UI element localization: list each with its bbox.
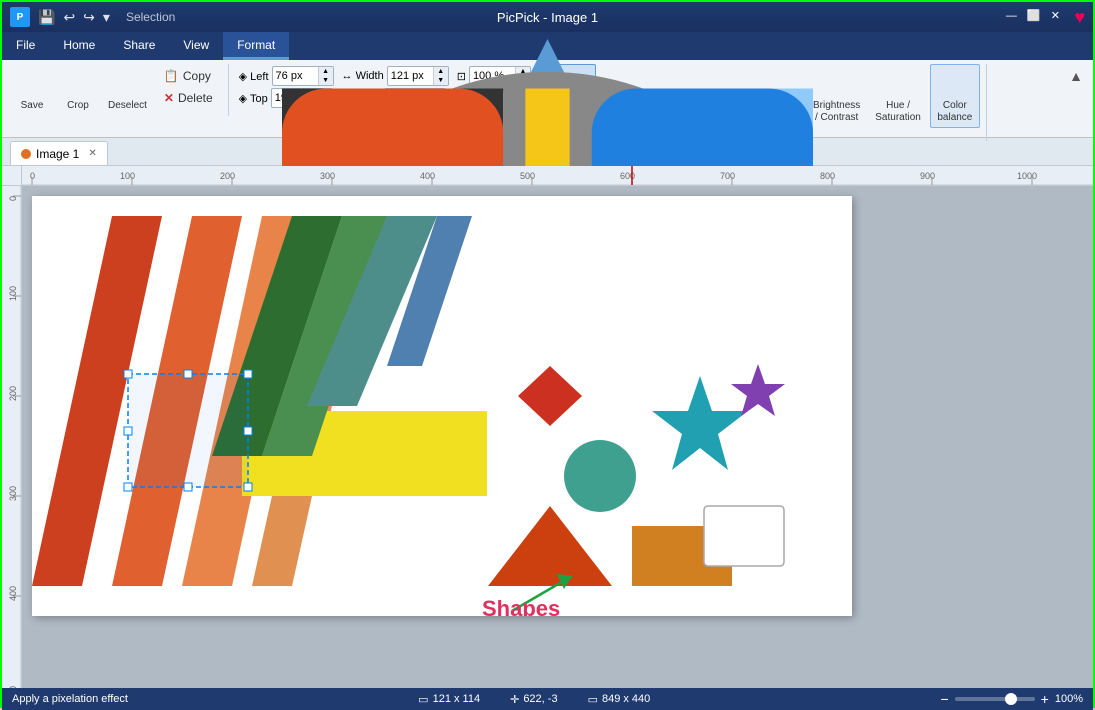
svg-text:900: 900 [920,171,935,181]
ruler-row: 0 100 200 300 400 500 600 700 800 900 [2,166,1093,186]
shape-teal-star [652,376,748,470]
effects-group: Pixelate Blur Sharpen [542,64,987,141]
svg-text:700: 700 [720,171,735,181]
svg-text:300: 300 [8,486,18,501]
handle-ml[interactable] [124,427,132,435]
shape-teal-circle [564,440,636,512]
handle-mr[interactable] [244,427,252,435]
zoom-thumb [1005,693,1017,705]
handle-tm[interactable] [184,370,192,378]
svg-text:800: 800 [820,171,835,181]
svg-text:100: 100 [120,171,135,181]
content-row: 0 100 200 300 400 500 [2,186,1093,688]
v-ruler-svg: 0 100 200 300 400 500 [2,186,21,688]
svg-text:100: 100 [8,286,18,301]
shapes-text: Shapes [482,596,560,616]
svg-text:500: 500 [520,171,535,181]
ribbon-content: Save Crop Deselect 📋 [2,60,1093,145]
selection-rect [128,374,248,487]
shape-purple-star [731,364,785,416]
svg-text:300: 300 [320,171,335,181]
canvas: Shapes LINE Hello world. Curved Arrow wi… [32,196,852,616]
color-balance-button[interactable]: Colorbalance [930,64,980,128]
zoom-slider[interactable] [955,697,1035,701]
shape-red-triangle [488,506,612,586]
main-area: 0 100 200 300 400 500 600 700 800 900 [2,166,1093,688]
svg-text:200: 200 [8,386,18,401]
shape-white-rect [704,506,784,566]
svg-text:400: 400 [8,586,18,601]
svg-text:0: 0 [30,171,35,181]
handle-tl[interactable] [124,370,132,378]
canvas-svg: Shapes LINE Hello world. Curved Arrow wi… [32,196,852,616]
effects-buttons: Pixelate Blur Sharpen [548,64,980,128]
svg-text:500: 500 [8,686,18,688]
h-ruler: 0 100 200 300 400 500 600 700 800 900 [22,166,1093,186]
handle-bm[interactable] [184,483,192,491]
svg-text:1000: 1000 [1017,171,1037,181]
shape-red-diamond [518,366,582,426]
v-ruler: 0 100 200 300 400 500 [2,186,22,688]
canvas-scroll: Shapes LINE Hello world. Curved Arrow wi… [22,186,1093,688]
svg-text:200: 200 [220,171,235,181]
h-ruler-svg: 0 100 200 300 400 500 600 700 800 900 [22,166,1093,185]
handle-tr[interactable] [244,370,252,378]
ribbon: Save Crop Deselect 📋 [2,60,1093,138]
svg-text:600: 600 [620,171,635,181]
color-balance-icon [939,68,971,100]
svg-text:400: 400 [420,171,435,181]
handle-br[interactable] [244,483,252,491]
svg-text:0: 0 [8,196,18,201]
handle-bl[interactable] [124,483,132,491]
